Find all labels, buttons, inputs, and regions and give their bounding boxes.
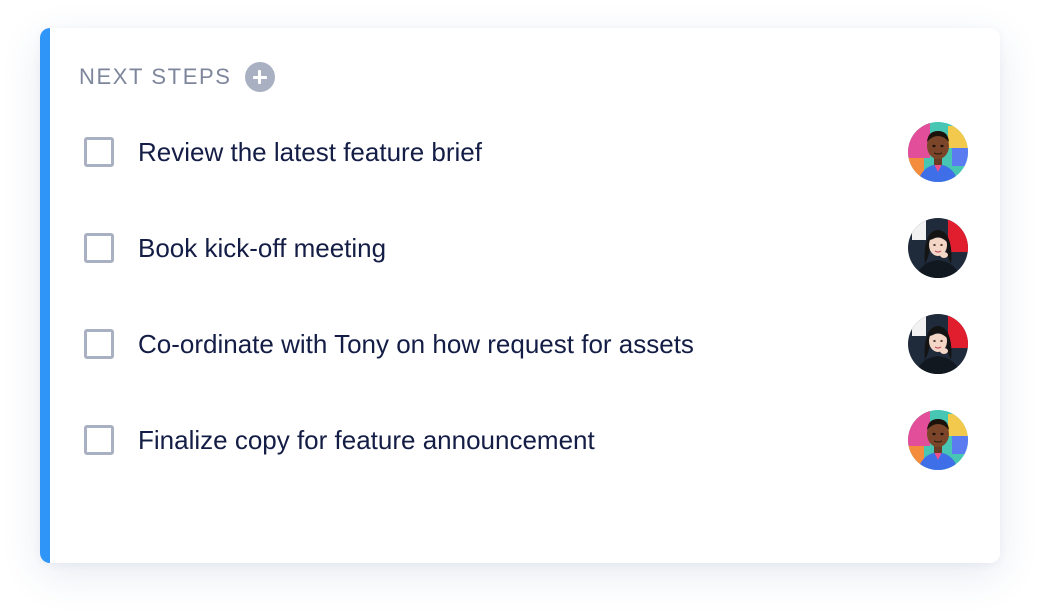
man-avatar-icon bbox=[908, 410, 968, 470]
task-row: Review the latest feature brief bbox=[84, 122, 968, 182]
add-task-button[interactable] bbox=[244, 62, 275, 92]
task-row: Co-ordinate with Tony on how request for… bbox=[84, 314, 968, 374]
task-checkbox[interactable] bbox=[84, 425, 114, 455]
assignee-avatar[interactable] bbox=[908, 122, 968, 182]
assignee-avatar[interactable] bbox=[908, 218, 968, 278]
task-checkbox[interactable] bbox=[84, 329, 114, 359]
next-steps-card: NEXT STEPS Review the latest feature bri… bbox=[40, 28, 1000, 563]
man-avatar-icon bbox=[908, 122, 968, 182]
section-title: NEXT STEPS bbox=[79, 64, 232, 89]
accent-bar bbox=[40, 28, 50, 563]
task-label: Review the latest feature brief bbox=[138, 136, 482, 167]
assignee-avatar[interactable] bbox=[908, 314, 968, 374]
task-label: Co-ordinate with Tony on how request for… bbox=[138, 328, 694, 359]
woman-avatar-icon bbox=[908, 314, 968, 374]
task-checkbox[interactable] bbox=[84, 233, 114, 263]
section-header: NEXT STEPS bbox=[79, 62, 275, 92]
task-checkbox[interactable] bbox=[84, 137, 114, 167]
task-label: Book kick-off meeting bbox=[138, 232, 387, 263]
task-label: Finalize copy for feature announcement bbox=[138, 424, 595, 455]
task-row: Book kick-off meeting bbox=[84, 218, 968, 278]
assignee-avatar[interactable] bbox=[908, 410, 968, 470]
task-row: Finalize copy for feature announcement bbox=[84, 410, 968, 470]
woman-avatar-icon bbox=[908, 218, 968, 278]
